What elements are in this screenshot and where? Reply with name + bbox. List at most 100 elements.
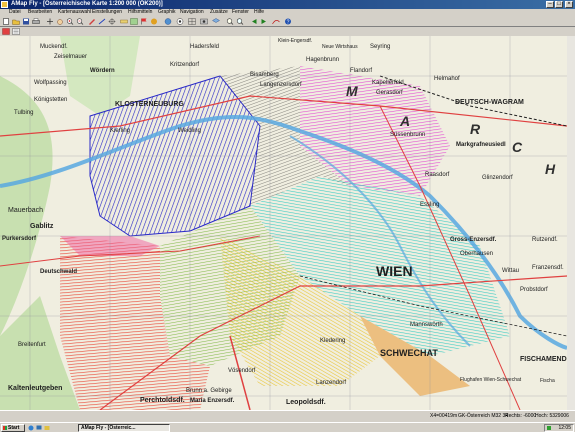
label-leopoldsdorf: Leopoldsdf. (286, 399, 326, 406)
menu-navigation[interactable]: Navigation (180, 9, 204, 16)
label-voesendorf: Vösendorf (228, 368, 256, 374)
label-suessenbrunn: Süssenbrunn (390, 132, 425, 138)
zoom-out-icon[interactable] (76, 18, 84, 25)
zoom-in-icon[interactable] (66, 18, 74, 25)
maximize-button[interactable]: □ (555, 1, 563, 8)
label-raasdorf: Raasdorf (425, 172, 450, 178)
main-toolbar: ? (0, 16, 575, 27)
menu-bearbeiten[interactable]: Bearbeiten (28, 9, 52, 16)
quicklaunch-ie-icon[interactable] (28, 425, 34, 431)
forward-icon[interactable] (260, 18, 268, 25)
label-mannswoerth: Mannswörth (410, 322, 443, 328)
crosshair-icon[interactable] (108, 18, 116, 25)
secondary-toolbar (0, 27, 575, 36)
label-deutsch-wagram: DEUTSCH-WAGRAM (455, 99, 524, 106)
label-deutschwald: Deutschwald (40, 269, 77, 275)
ruler-icon[interactable] (120, 18, 128, 25)
label-markgrafneusiedl: Markgrafneusiedl (456, 142, 506, 148)
label-lanzendorf: Lanzendorf (316, 380, 346, 386)
label-koenigstetten: Königstetten (34, 97, 67, 103)
tray-network-icon[interactable] (547, 426, 551, 430)
new-icon[interactable] (2, 18, 10, 25)
label-purkersdorf: Purkersdorf (2, 236, 37, 242)
help-icon[interactable]: ? (284, 18, 292, 25)
label-mauerbach: Mauerbach (8, 207, 43, 214)
label-zeiselmauer: Zeiselmauer (54, 54, 87, 60)
label-schwechat: SCHWECHAT (380, 348, 438, 358)
track-list-icon[interactable] (12, 28, 20, 35)
track-icon[interactable] (272, 18, 280, 25)
target-icon[interactable] (176, 18, 184, 25)
status-scale: X4=00419m (430, 413, 458, 419)
photo-icon[interactable] (200, 18, 208, 25)
start-label: Start (8, 425, 20, 431)
menu-kartenauswahl[interactable]: Kartenauswahl (58, 9, 91, 16)
back-icon[interactable] (250, 18, 258, 25)
label-oberhausen: Oberhausen (460, 251, 493, 257)
globe-icon[interactable] (164, 18, 172, 25)
label-breitenfurt: Breitenfurt (18, 342, 46, 348)
label-gerasdorf: Gerasdorf (376, 90, 403, 96)
line-icon[interactable] (98, 18, 106, 25)
label-helmahof: Helmahof (434, 76, 460, 82)
menu-fenster[interactable]: Fenster (232, 9, 249, 16)
label-fischa: Fischa (540, 378, 555, 384)
app-icon[interactable] (1, 1, 8, 8)
label-tulbing: Tulbing (14, 110, 33, 116)
quicklaunch-explorer-icon[interactable] (44, 425, 50, 431)
start-button[interactable]: Start (1, 424, 25, 432)
map-layer-icon[interactable] (2, 28, 10, 35)
menu-hilfe[interactable]: Hilfe (254, 9, 264, 16)
marsh-letter-m: M (346, 83, 358, 99)
print-icon[interactable] (32, 18, 40, 25)
taskbar-button-amap[interactable]: AMap Fly - [Österreic... (78, 424, 170, 432)
menu-graphik[interactable]: Graphik (158, 9, 176, 16)
pen-icon[interactable] (88, 18, 96, 25)
status-projection: GK-Österreich M32 34 (458, 413, 509, 419)
label-klein-engersdorf: Klein-Engersdf. (278, 38, 312, 44)
label-klosterneuburg: KLOSTERNEUBURG (115, 101, 184, 108)
label-flandorf: Flandorf (350, 68, 372, 74)
menu-hilfsmitteln[interactable]: Hilfsmitteln (128, 9, 152, 16)
map-scrollbar[interactable] (567, 36, 575, 410)
marsh-letter-h: H (545, 161, 556, 177)
quicklaunch-desktop-icon[interactable] (36, 425, 42, 431)
zoom-fit-icon[interactable] (226, 18, 234, 25)
label-langenzersdorf: Langenzersdorf (260, 82, 302, 88)
label-perchtoldsdorf: Perchtoldsdf. (140, 397, 185, 404)
label-rutzendorf: Rutzendf. (532, 237, 558, 243)
grid-icon[interactable] (188, 18, 196, 25)
open-icon[interactable] (12, 18, 20, 25)
hand-icon[interactable] (56, 18, 64, 25)
label-seyring: Seyring (370, 44, 390, 50)
map-canvas[interactable]: KLOSTERNEUBURG DEUTSCH-WAGRAM WIEN SCHWE… (0, 36, 568, 410)
label-maria-enzersdorf: Maria Enzersdf. (190, 398, 235, 404)
label-kaltenleutgeben: Kaltenleutgeben (8, 385, 62, 392)
label-franzensdorf: Franzensdf. (532, 265, 564, 271)
label-fischamend: FISCHAMEND (520, 356, 567, 363)
label-brunn: Brunn a. Gebirge (186, 388, 232, 394)
close-button[interactable]: × (565, 1, 573, 8)
flag-icon[interactable] (140, 18, 148, 25)
map-icon[interactable] (130, 18, 138, 25)
label-essling: Essling (420, 202, 439, 208)
menu-einstellungen[interactable]: Einstellungen (92, 9, 122, 16)
layers-icon[interactable] (212, 18, 220, 25)
marsh-letter-c: C (512, 139, 523, 155)
save-icon[interactable] (22, 18, 30, 25)
menu-bar: Datei Bearbeiten Kartenauswahl Einstellu… (0, 9, 575, 16)
status-bar: X4=00419m GK-Österreich M32 34 Rechts: -… (0, 410, 575, 422)
label-weidling: Weidling (178, 128, 201, 134)
info-icon[interactable] (150, 18, 158, 25)
move-icon[interactable] (46, 18, 54, 25)
zoom-select-icon[interactable] (236, 18, 244, 25)
system-tray: 12:05 (544, 424, 574, 432)
menu-zusaetze[interactable]: Zusätze (210, 9, 228, 16)
map-view[interactable]: KLOSTERNEUBURG DEUTSCH-WAGRAM WIEN SCHWE… (0, 36, 575, 410)
menu-datei[interactable]: Datei (9, 9, 21, 16)
marsh-letter-a: A (399, 113, 410, 129)
label-kledering: Kledering (320, 338, 345, 344)
windows-logo-icon (3, 426, 7, 430)
minimize-button[interactable]: – (546, 1, 554, 8)
label-flughafen: Flughafen Wien-Schwechat (460, 377, 522, 383)
